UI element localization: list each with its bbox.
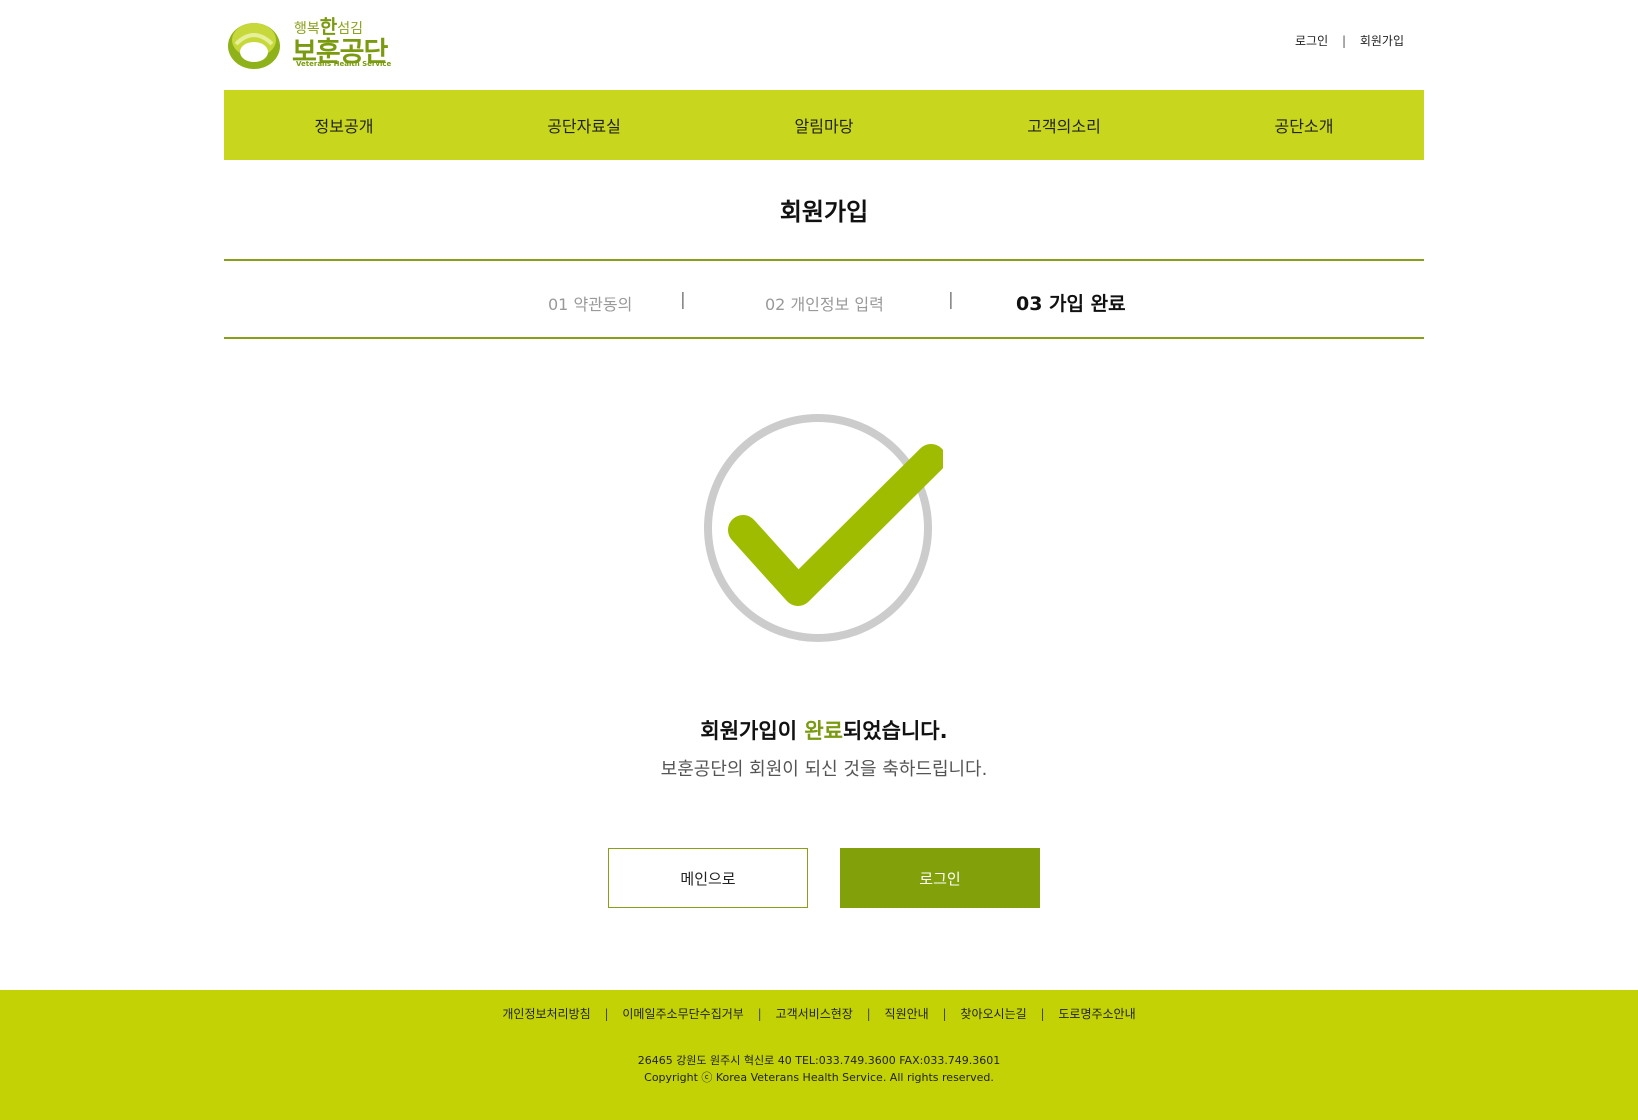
signup-link[interactable]: 회원가입 bbox=[1360, 34, 1404, 48]
nav-item-info-disclosure[interactable]: 정보공개 bbox=[224, 90, 464, 160]
footer-link-directions[interactable]: 찾아오시는길 bbox=[960, 1007, 1026, 1021]
step-separator: | bbox=[948, 290, 954, 310]
go-main-button[interactable]: 메인으로 bbox=[608, 848, 808, 908]
nav-item-about[interactable]: 공단소개 bbox=[1184, 90, 1424, 160]
complete-message: 회원가입이 완료되었습니다. bbox=[700, 719, 948, 743]
logo[interactable]: 행복한섬김 보훈공단 Veterans Health Service bbox=[224, 10, 394, 74]
footer-link-privacy[interactable]: 개인정보처리방침 bbox=[502, 1007, 590, 1021]
page: 행복한섬김 보훈공단 Veterans Health Service 로그인 |… bbox=[0, 0, 1638, 1120]
step-personal-info: 02 개인정보 입력 bbox=[765, 295, 884, 314]
main-nav: 정보공개 공단자료실 알림마당 고객의소리 공단소개 bbox=[224, 90, 1424, 160]
footer-link-staff[interactable]: 직원안내 bbox=[885, 1007, 929, 1021]
step-complete: 03 가입 완료 bbox=[1016, 293, 1126, 315]
login-button[interactable]: 로그인 bbox=[840, 848, 1040, 908]
utility-links: 로그인 | 회원가입 bbox=[1295, 32, 1404, 49]
login-link[interactable]: 로그인 bbox=[1295, 34, 1328, 48]
util-separator: | bbox=[1341, 34, 1346, 48]
footer-links: 개인정보처리방침 | 이메일주소무단수집거부 | 고객서비스현장 | 직원안내 … bbox=[502, 1007, 1136, 1021]
nav-item-customer-voice[interactable]: 고객의소리 bbox=[944, 90, 1184, 160]
logo-subtitle: Veterans Health Service bbox=[296, 60, 392, 68]
footer-link-email-refusal[interactable]: 이메일주소무단수집거부 bbox=[622, 1007, 743, 1021]
nav-item-archive[interactable]: 공단자료실 bbox=[464, 90, 704, 160]
page-title: 회원가입 bbox=[779, 198, 869, 226]
footer-copyright: Copyright ⓒ Korea Veterans Health Servic… bbox=[644, 1071, 994, 1084]
complete-highlight: 완료 bbox=[804, 719, 843, 743]
step-separator: | bbox=[680, 290, 686, 310]
veterans-health-logo-icon bbox=[228, 23, 280, 69]
step-terms: 01 약관동의 bbox=[548, 295, 633, 314]
footer-address: 26465 강원도 원주시 혁신로 40 TEL:033.749.3600 FA… bbox=[637, 1054, 1001, 1067]
check-circle-icon bbox=[704, 414, 943, 642]
nav-item-notices[interactable]: 알림마당 bbox=[704, 90, 944, 160]
congrats-message: 보훈공단의 회원이 되신 것을 축하드립니다. bbox=[660, 759, 988, 780]
footer-link-road-address[interactable]: 도로명주소안내 bbox=[1058, 1007, 1135, 1021]
footer-link-service-charter[interactable]: 고객서비스현장 bbox=[776, 1007, 853, 1021]
footer: 개인정보처리방침 | 이메일주소무단수집거부 | 고객서비스현장 | 직원안내 … bbox=[0, 990, 1638, 1120]
header: 행복한섬김 보훈공단 Veterans Health Service 로그인 |… bbox=[224, 0, 1424, 90]
signup-steps: 01 약관동의 | 02 개인정보 입력 | 03 가입 완료 bbox=[224, 259, 1424, 339]
